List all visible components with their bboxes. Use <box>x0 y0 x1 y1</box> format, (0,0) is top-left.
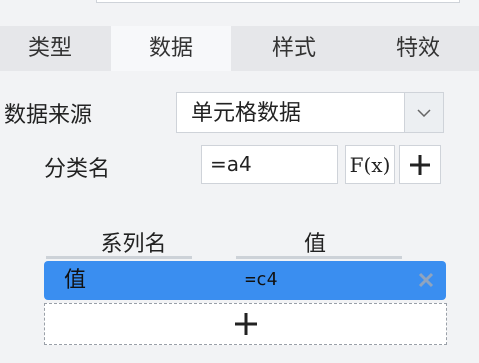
series-value-header: 值 <box>303 232 326 257</box>
chevron-down-icon <box>417 108 431 117</box>
top-text-field[interactable] <box>96 0 460 3</box>
data-source-dropdown-button[interactable] <box>404 93 443 132</box>
add-series-button[interactable] <box>44 303 447 345</box>
tab-effects[interactable]: 特效 <box>357 26 479 71</box>
tab-data[interactable]: 数据 <box>111 26 231 71</box>
category-name-value: =a4 <box>210 152 252 176</box>
plus-icon <box>410 154 430 175</box>
fx-label: F(x) <box>349 152 391 177</box>
formula-button[interactable]: F(x) <box>345 145 395 184</box>
tab-type[interactable]: 类型 <box>0 26 100 71</box>
series-row[interactable]: 值 =c4 <box>44 261 446 300</box>
series-row-name: 值 <box>64 268 87 293</box>
category-name-label: 分类名 <box>44 157 111 182</box>
series-name-header: 系列名 <box>100 232 167 257</box>
data-source-select[interactable]: 单元格数据 <box>176 92 444 133</box>
series-row-value: =c4 <box>245 269 278 290</box>
series-name-header-divider <box>46 256 192 259</box>
add-category-button[interactable] <box>399 145 441 184</box>
plus-icon <box>234 313 257 335</box>
tab-style[interactable]: 样式 <box>235 26 353 71</box>
series-value-header-divider <box>236 256 402 259</box>
data-source-value: 单元格数据 <box>191 101 302 126</box>
tab-bar: 类型 数据 样式 特效 <box>0 26 479 71</box>
category-name-input[interactable]: =a4 <box>201 145 338 184</box>
data-source-label: 数据来源 <box>4 103 93 128</box>
close-icon[interactable] <box>418 272 434 288</box>
